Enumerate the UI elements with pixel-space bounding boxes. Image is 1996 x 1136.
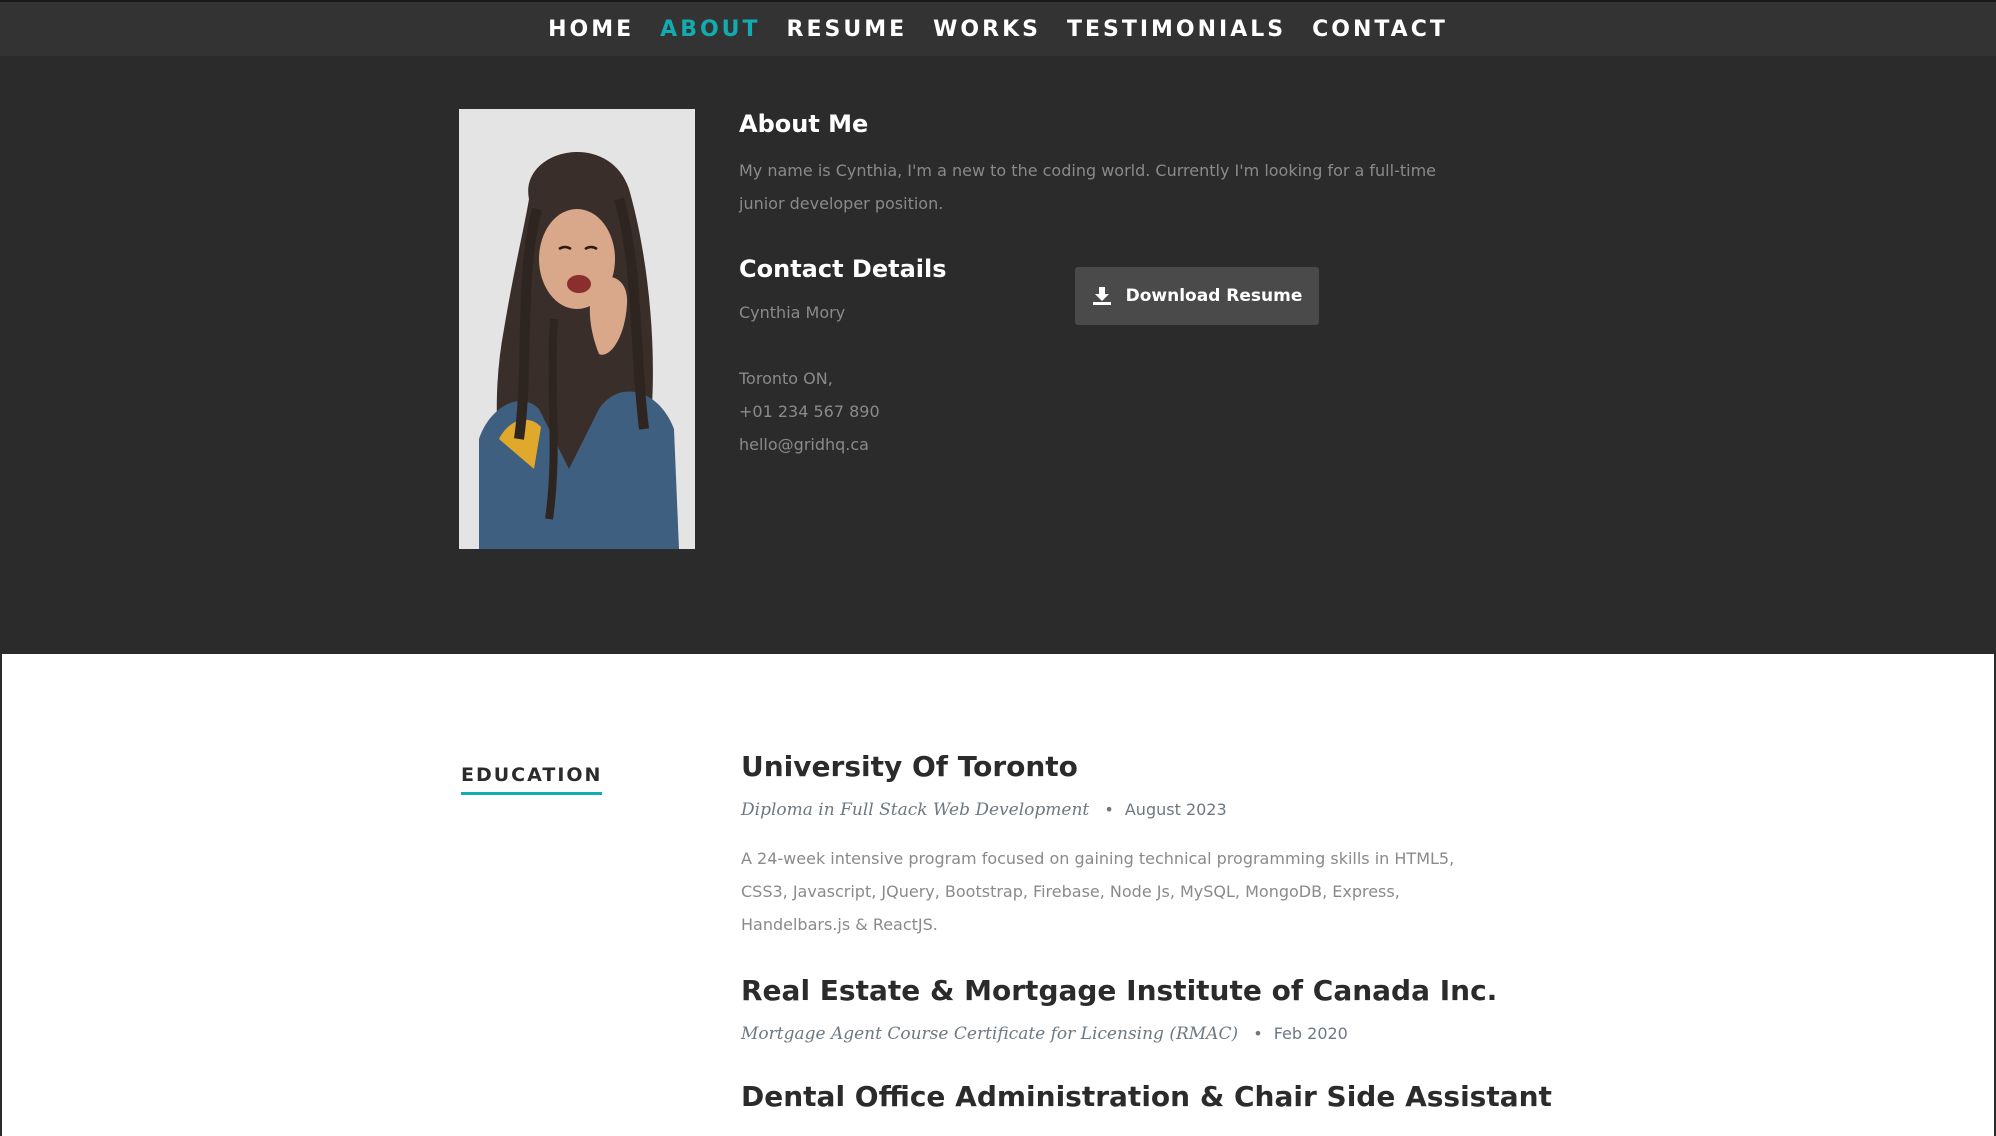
top-navigation: HOME ABOUT RESUME WORKS TESTIMONIALS CON…: [0, 0, 1996, 56]
download-icon: [1092, 286, 1112, 306]
nav-item-works[interactable]: WORKS: [933, 2, 1041, 58]
education-description: A 24-week intensive program focused on g…: [741, 849, 1455, 934]
about-title: About Me: [739, 110, 869, 138]
education-section: EDUCATION University Of Toronto Diploma …: [0, 654, 1996, 1136]
about-section: About Me My name is Cynthia, I'm a new t…: [0, 56, 1996, 654]
contact-name: Cynthia Mory: [739, 303, 846, 322]
education-heading: EDUCATION: [461, 764, 603, 795]
contact-phone: +01 234 567 890: [739, 402, 880, 421]
bullet-separator: •: [1104, 800, 1114, 819]
page: HOME ABOUT RESUME WORKS TESTIMONIALS CON…: [0, 0, 1996, 1136]
school-title: Real Estate & Mortgage Institute of Cana…: [741, 974, 1498, 1007]
nav-menu: HOME ABOUT RESUME WORKS TESTIMONIALS CON…: [0, 2, 1996, 58]
profile-photo: [459, 109, 695, 549]
about-description: My name is Cynthia, I'm a new to the cod…: [739, 161, 1436, 213]
school-title: University Of Toronto: [741, 750, 1078, 783]
school-title: Dental Office Administration & Chair Sid…: [741, 1080, 1552, 1113]
bullet-separator: •: [1253, 1024, 1263, 1043]
contact-email: hello@gridhq.ca: [739, 435, 869, 454]
nav-item-contact[interactable]: CONTACT: [1312, 2, 1448, 58]
contact-address: Toronto ON,: [739, 369, 833, 388]
nav-item-resume[interactable]: RESUME: [787, 2, 908, 58]
education-date: August 2023: [1124, 800, 1227, 819]
download-resume-label: Download Resume: [1125, 286, 1303, 306]
education-info: Mortgage Agent Course Certificate for Li…: [741, 1024, 1348, 1044]
degree-name: Diploma in Full Stack Web Development: [741, 800, 1090, 820]
education-info: Diploma in Full Stack Web Development • …: [741, 800, 1227, 820]
nav-item-testimonials[interactable]: TESTIMONIALS: [1067, 2, 1286, 58]
nav-item-home[interactable]: HOME: [548, 2, 634, 58]
education-date: Feb 2020: [1273, 1024, 1348, 1043]
nav-item-about[interactable]: ABOUT: [660, 2, 760, 58]
contact-details-title: Contact Details: [739, 255, 947, 283]
degree-name: Mortgage Agent Course Certificate for Li…: [741, 1024, 1239, 1044]
profile-photo-illustration: [459, 109, 695, 549]
download-resume-button[interactable]: Download Resume: [1075, 267, 1319, 325]
